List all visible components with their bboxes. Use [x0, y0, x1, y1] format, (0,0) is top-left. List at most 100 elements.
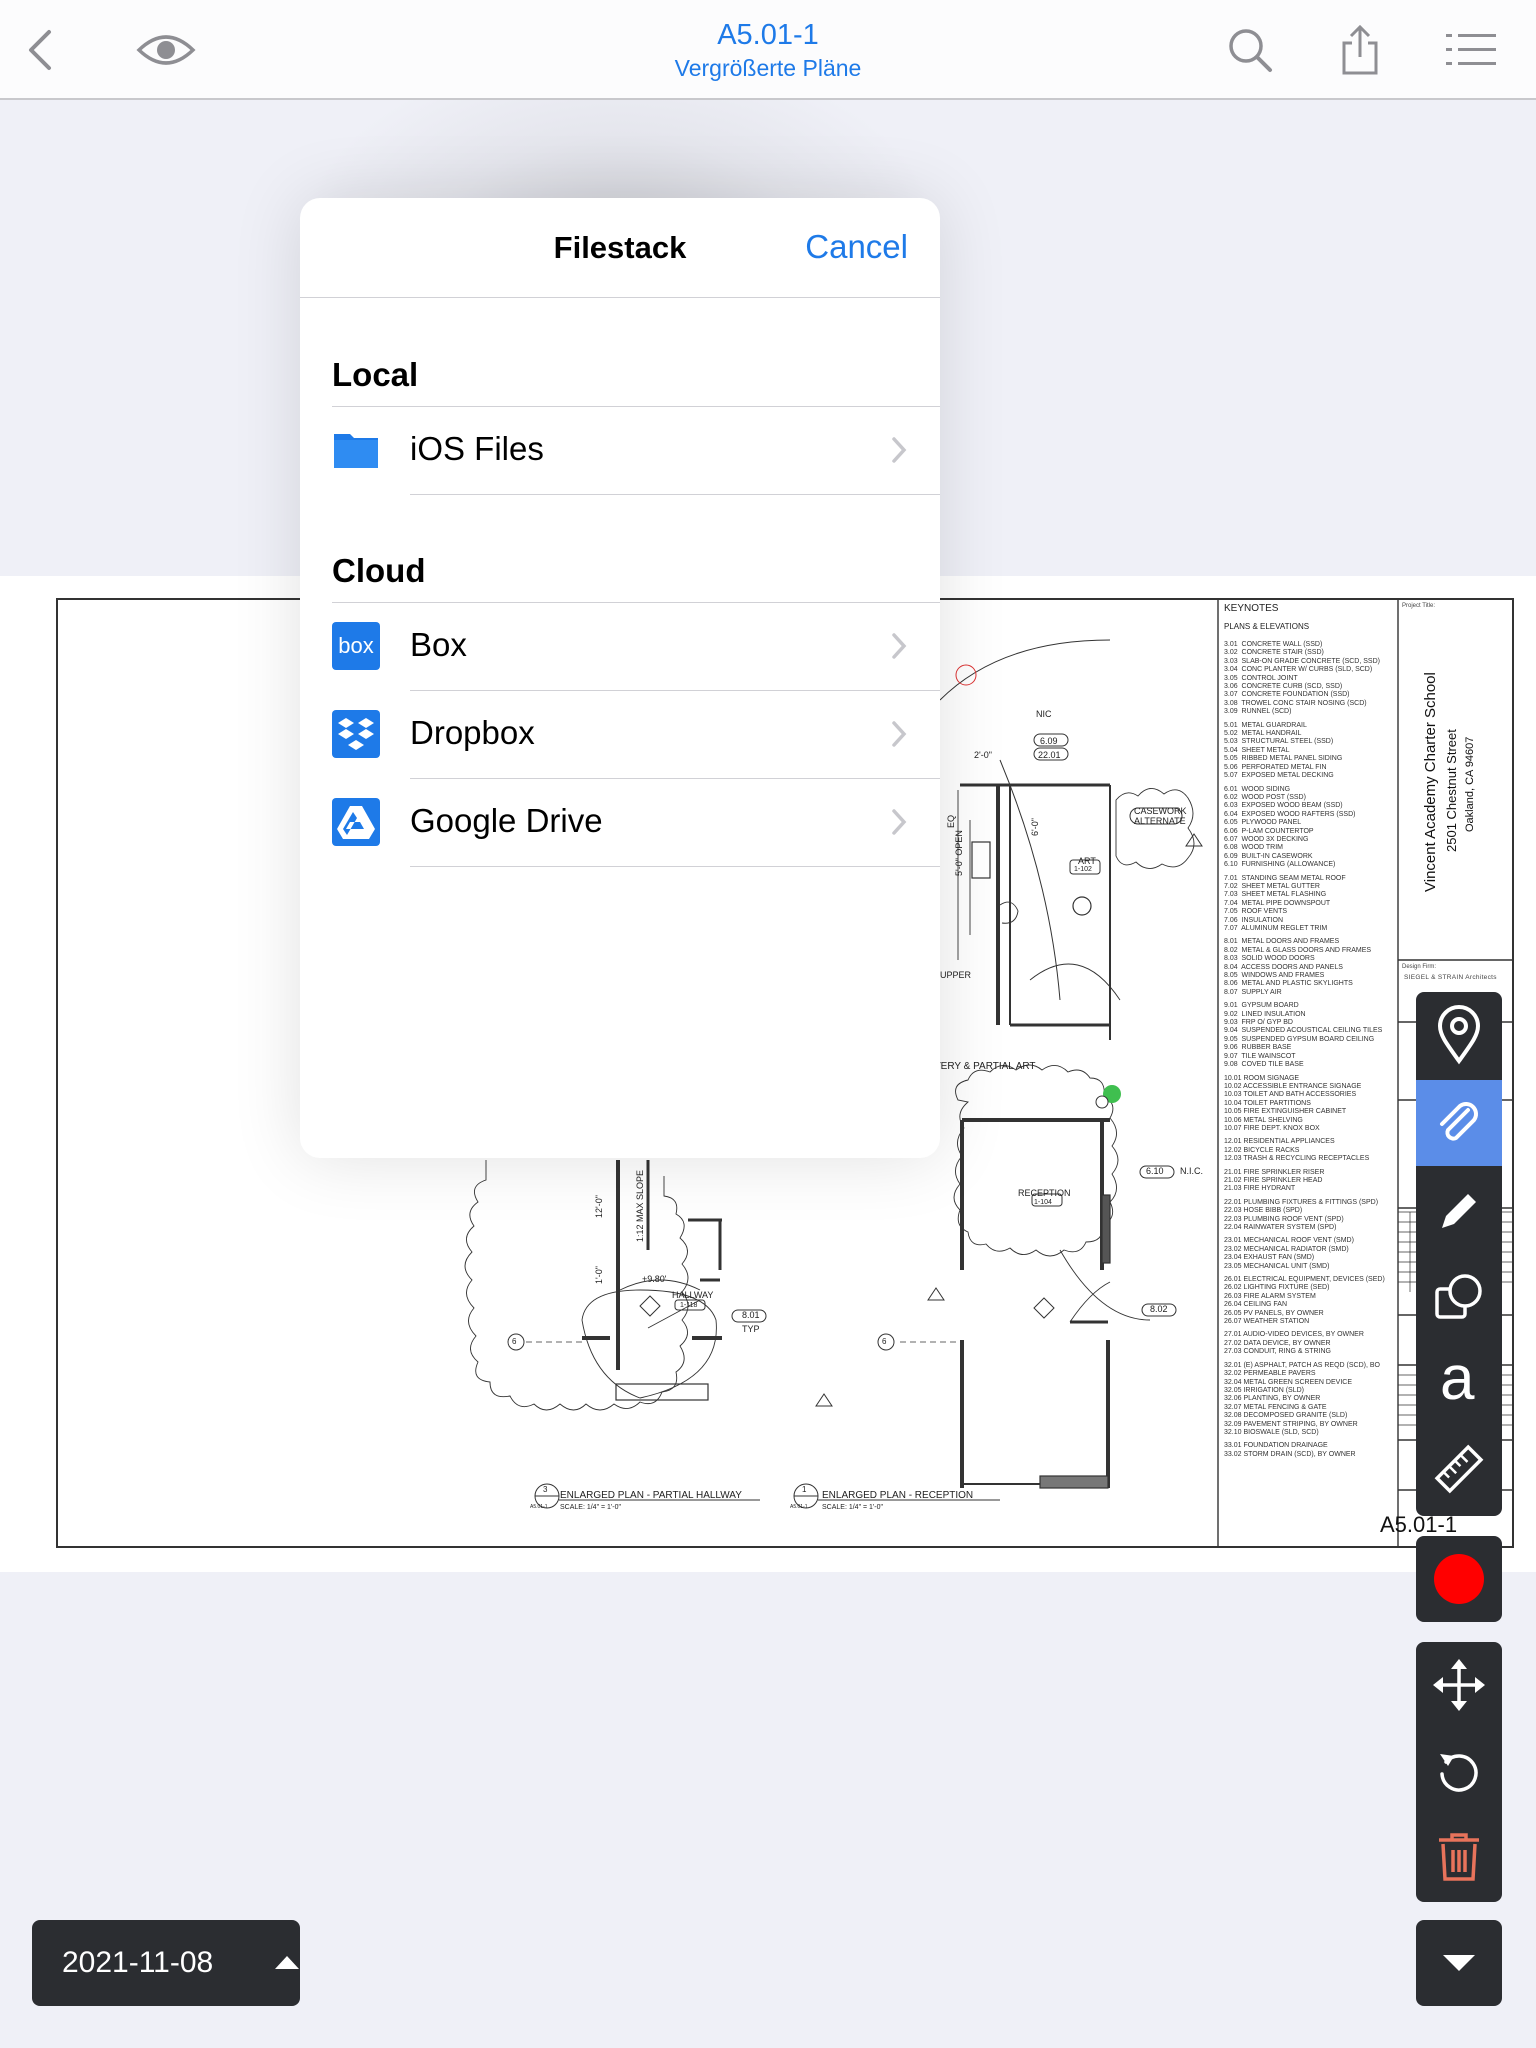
plan3-scale: SCALE: 1/4" = 1'-0" — [560, 1504, 621, 1511]
keynote-item: 23.02 MECHANICAL RADIATOR (SMD) — [1224, 1245, 1349, 1253]
search-icon — [1229, 29, 1272, 72]
pin-tool[interactable] — [1416, 992, 1502, 1078]
keynote-item: 5.03 STRUCTURAL STEEL (SSD) — [1224, 738, 1334, 746]
source-box[interactable]: box Box — [300, 602, 940, 690]
keynote-group: 3.01 CONCRETE WALL (SSD) 3.02 CONCRETE ST… — [1224, 641, 1394, 717]
google-drive-icon — [332, 798, 380, 846]
keynote-item: 12.03 TRASH & RECYCLING RECEPTACLES — [1224, 1155, 1370, 1163]
attachment-tool[interactable] — [1416, 1080, 1502, 1166]
keynote-item: 32.10 BIOSWALE (SLD, SCD) — [1224, 1428, 1319, 1436]
popover-header: Filestack Cancel — [300, 198, 940, 298]
paperclip-icon — [1440, 1102, 1478, 1141]
dim-5-0-open: 5'-0" OPEN — [954, 830, 964, 876]
keynote-item: 8.02 METAL & GLASS DOORS AND FRAMES — [1224, 946, 1372, 954]
cancel-button[interactable]: Cancel — [805, 228, 908, 266]
source-label: Dropbox — [410, 714, 535, 751]
color-button[interactable] — [1416, 1536, 1502, 1622]
keynote-group: 9.01 GYPSUM BOARD 9.02 LINED INSULATION 9.… — [1224, 1002, 1394, 1069]
svg-text:a: a — [1440, 1351, 1475, 1407]
keynote-item: 8.04 ACCESS DOORS AND PANELS — [1224, 963, 1343, 971]
collapse-toolbar — [1416, 1920, 1502, 2006]
section-local-label: Local — [332, 356, 419, 393]
annotation-toolbar: a — [1416, 992, 1502, 1516]
keynote-item: 9.05 SUSPENDED GYPSUM BOARD CEILING — [1224, 1035, 1375, 1043]
keynote-item: 3.02 CONCRETE STAIR (SSD) — [1224, 649, 1324, 657]
measure-tool[interactable] — [1416, 1426, 1502, 1512]
plan1-title: ENLARGED PLAN - RECEPTION — [822, 1490, 974, 1501]
label-eq: EQ — [946, 814, 956, 828]
plan3-title: ENLARGED PLAN - PARTIAL HALLWAY — [560, 1490, 742, 1501]
search-button[interactable] — [1222, 22, 1278, 78]
keynote-group: 22.01 PLUMBING FIXTURES & FITTINGS (SPD)… — [1224, 1199, 1394, 1233]
pen-tool[interactable] — [1416, 1168, 1502, 1254]
keynote-item: 3.03 SLAB-ON GRADE CONCRETE (SCD, SSD) — [1224, 657, 1380, 665]
keynote-item: 6.03 EXPOSED WOOD BEAM (SSD) — [1224, 802, 1343, 810]
collapse-button[interactable] — [1416, 1920, 1502, 2006]
label-nic-2: N.I.C. — [1180, 1166, 1204, 1176]
trash-icon — [1439, 1833, 1479, 1881]
keynote-item: 9.01 GYPSUM BOARD — [1224, 1002, 1299, 1010]
grid-bubble-6-left: 6 — [512, 1337, 517, 1346]
label-delivery: VERY & PARTIAL ART — [934, 1061, 1036, 1072]
keynotes-title: KEYNOTES — [1224, 603, 1279, 614]
tag-8-02: 8.02 — [1150, 1304, 1168, 1314]
text-tool[interactable]: a — [1416, 1336, 1502, 1422]
keynote-group: 21.01 FIRE SPRINKLER RISER 21.02 FIRE SPR… — [1224, 1169, 1394, 1194]
back-button[interactable] — [12, 22, 68, 78]
keynote-item: 9.08 COVED TILE BASE — [1224, 1061, 1304, 1069]
keynote-group: 6.01 WOOD SIDING 6.02 WOOD POST (SSD) 6.03… — [1224, 786, 1394, 870]
keynote-item: 32.08 DECOMPOSED GRANITE (SLD) — [1224, 1412, 1348, 1420]
keynote-item: 32.02 PERMEABLE PAVERS — [1224, 1370, 1316, 1378]
keynote-item: 26.04 CEILING FAN — [1224, 1301, 1288, 1309]
shape-tool[interactable] — [1416, 1254, 1502, 1340]
grid-bubble-6-right: 6 — [882, 1337, 887, 1346]
keynote-item: 21.02 FIRE SPRINKLER HEAD — [1224, 1176, 1323, 1184]
chevron-left-icon — [29, 30, 51, 70]
keynote-item: 26.03 FIRE ALARM SYSTEM — [1224, 1292, 1316, 1300]
keynote-group: 33.01 FOUNDATION DRAINAGE 33.02 STORM DRA… — [1224, 1442, 1394, 1459]
move-arrows-icon — [1433, 1659, 1485, 1711]
shapes-icon — [1435, 1274, 1482, 1319]
dropbox-icon — [332, 710, 380, 758]
move-tool[interactable] — [1416, 1642, 1502, 1728]
label-alternate: ALTERNATE — [1134, 816, 1186, 826]
keynote-item: 27.01 AUDIO-VIDEO DEVICES, BY OWNER — [1224, 1331, 1364, 1339]
keynote-item: 8.05 WINDOWS AND FRAMES — [1224, 972, 1325, 980]
project-street: 2501 Chestnut Street — [1444, 729, 1459, 852]
keynote-item: 3.07 CONCRETE FOUNDATION (SSD) — [1224, 691, 1350, 699]
label-art-no: 1-102 — [1074, 866, 1092, 873]
list-button[interactable] — [1440, 22, 1502, 78]
version-date-selector[interactable]: 2021-11-08 — [32, 1920, 300, 2006]
keynote-item: 3.05 CONTROL JOINT — [1224, 674, 1298, 682]
dim-2-0: 2'-0" — [974, 750, 992, 760]
keynote-item: 22.04 RAINWATER SYSTEM (SPD) — [1224, 1224, 1337, 1231]
keynote-group: 8.01 METAL DOORS AND FRAMES 8.02 METAL & … — [1224, 938, 1394, 997]
source-ios-files[interactable]: iOS Files — [300, 406, 940, 494]
keynote-item: 22.01 PLUMBING FIXTURES & FITTINGS (SPD) — [1224, 1198, 1379, 1206]
keynote-item: 8.06 METAL AND PLASTIC SKYLIGHTS — [1224, 980, 1353, 988]
delete-button[interactable] — [1416, 1814, 1502, 1900]
keynote-item: 32.07 METAL FENCING & GATE — [1224, 1403, 1327, 1411]
label-elevation: +9.80' — [642, 1274, 667, 1284]
version-date: 2021-11-08 — [62, 1946, 214, 1979]
keynote-item: 32.06 PLANTING, BY OWNER — [1224, 1395, 1321, 1403]
keynote-item: 7.07 ALUMINUM REGLET TRIM — [1224, 925, 1328, 932]
dim-6-0: 6'-0" — [1030, 818, 1040, 836]
document-title: A5.01-1 — [717, 19, 819, 51]
tag-6-09: 6.09 — [1040, 736, 1058, 746]
keynote-group: 12.01 RESIDENTIAL APPLIANCES 12.02 BICYCL… — [1224, 1138, 1394, 1163]
visibility-button[interactable] — [136, 22, 196, 78]
keynote-item: 9.07 TILE WAINSCOT — [1224, 1052, 1296, 1060]
keynote-group: 5.01 METAL GUARDRAIL 5.02 METAL HANDRAIL 5… — [1224, 722, 1394, 781]
undo-button[interactable] — [1416, 1728, 1502, 1814]
source-google-drive[interactable]: Google Drive — [300, 778, 940, 866]
tag-8-01: 8.01 — [742, 1310, 760, 1320]
keynote-item: 9.03 FRP O/ GYP BD — [1224, 1019, 1293, 1027]
keynote-item: 3.01 CONCRETE WALL (SSD) — [1224, 641, 1323, 648]
share-button[interactable] — [1332, 22, 1388, 78]
source-dropbox[interactable]: Dropbox — [300, 690, 940, 778]
keynote-item: 23.05 MECHANICAL UNIT (SMD) — [1224, 1262, 1330, 1270]
tag-6-10: 6.10 — [1146, 1166, 1164, 1176]
caret-up-icon — [275, 1956, 299, 1969]
chevron-right-icon — [892, 633, 907, 659]
